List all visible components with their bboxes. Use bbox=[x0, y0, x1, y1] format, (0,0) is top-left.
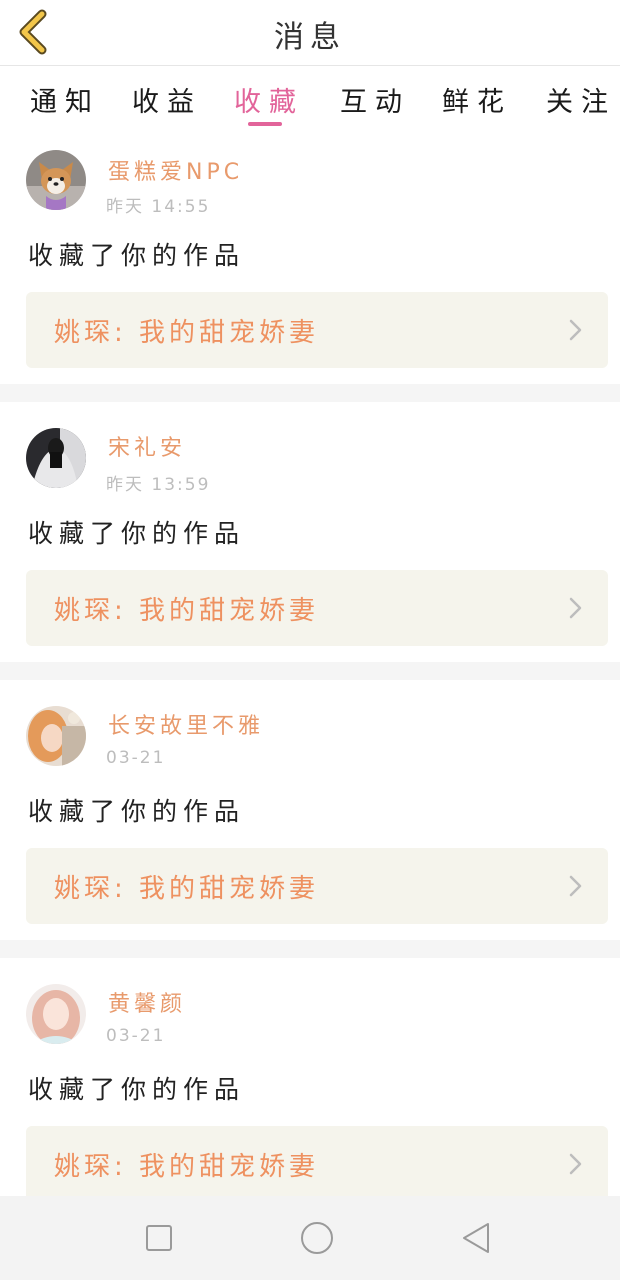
tab-notifications[interactable]: 通知 bbox=[30, 80, 100, 119]
header-bar: 消息 bbox=[0, 0, 620, 66]
work-link[interactable]: 姚琛: 我的甜宠娇妻 bbox=[26, 1126, 608, 1196]
recent-apps-button[interactable] bbox=[139, 1218, 179, 1258]
work-title: 姚琛: 我的甜宠娇妻 bbox=[54, 596, 320, 626]
home-button[interactable] bbox=[297, 1218, 337, 1258]
tab-follows[interactable]: 关注 bbox=[546, 80, 616, 119]
page-title: 消息 bbox=[274, 20, 346, 55]
chevron-right-icon bbox=[569, 597, 582, 619]
chevron-right-icon bbox=[569, 319, 582, 341]
action-text: 收藏了你的作品 bbox=[28, 241, 246, 270]
tab-earnings[interactable]: 收益 bbox=[132, 80, 202, 119]
tab-favorites[interactable]: 收藏 bbox=[234, 80, 304, 119]
message-item: 长安故里不雅 03-21 收藏了你的作品 姚琛: 我的甜宠娇妻 bbox=[0, 680, 620, 932]
chevron-right-icon bbox=[569, 875, 582, 897]
work-title: 姚琛: 我的甜宠娇妻 bbox=[54, 1152, 320, 1182]
timestamp: 昨天 13:59 bbox=[106, 475, 211, 495]
divider bbox=[0, 662, 620, 680]
back-icon bbox=[463, 1223, 489, 1253]
avatar[interactable] bbox=[26, 984, 86, 1044]
work-link[interactable]: 姚琛: 我的甜宠娇妻 bbox=[26, 292, 608, 368]
timestamp: 03-21 bbox=[106, 1026, 166, 1046]
username[interactable]: 黄馨颜 bbox=[108, 986, 186, 1018]
message-item: 蛋糕爱NPC 昨天 14:55 收藏了你的作品 姚琛: 我的甜宠娇妻 bbox=[0, 132, 620, 384]
avatar[interactable] bbox=[26, 428, 86, 488]
action-text: 收藏了你的作品 bbox=[28, 797, 246, 826]
username[interactable]: 蛋糕爱NPC bbox=[108, 154, 243, 186]
divider bbox=[0, 384, 620, 402]
recent-apps-icon bbox=[146, 1225, 172, 1251]
timestamp: 昨天 14:55 bbox=[106, 197, 211, 217]
back-nav-button[interactable] bbox=[456, 1218, 496, 1258]
work-link[interactable]: 姚琛: 我的甜宠娇妻 bbox=[26, 848, 608, 924]
action-text: 收藏了你的作品 bbox=[28, 1075, 246, 1104]
tab-bar: 通知 收益 收藏 互动 鲜花 关注 bbox=[0, 66, 620, 132]
tab-interactions[interactable]: 互动 bbox=[340, 80, 410, 119]
chevron-right-icon bbox=[569, 1153, 582, 1175]
active-tab-indicator bbox=[248, 122, 282, 126]
avatar[interactable] bbox=[26, 150, 86, 210]
work-link[interactable]: 姚琛: 我的甜宠娇妻 bbox=[26, 570, 608, 646]
username[interactable]: 宋礼安 bbox=[108, 430, 186, 462]
message-item: 黄馨颜 03-21 收藏了你的作品 姚琛: 我的甜宠娇妻 bbox=[0, 958, 620, 1196]
home-icon bbox=[301, 1222, 333, 1254]
work-title: 姚琛: 我的甜宠娇妻 bbox=[54, 874, 320, 904]
action-text: 收藏了你的作品 bbox=[28, 519, 246, 548]
message-item: 宋礼安 昨天 13:59 收藏了你的作品 姚琛: 我的甜宠娇妻 bbox=[0, 402, 620, 654]
timestamp: 03-21 bbox=[106, 748, 166, 768]
avatar[interactable] bbox=[26, 706, 86, 766]
tab-flowers[interactable]: 鲜花 bbox=[442, 80, 512, 119]
system-nav-bar bbox=[0, 1196, 620, 1280]
work-title: 姚琛: 我的甜宠娇妻 bbox=[54, 318, 320, 348]
username[interactable]: 长安故里不雅 bbox=[108, 708, 264, 740]
divider bbox=[0, 940, 620, 958]
message-list: 蛋糕爱NPC 昨天 14:55 收藏了你的作品 姚琛: 我的甜宠娇妻 宋礼安 昨… bbox=[0, 132, 620, 1196]
